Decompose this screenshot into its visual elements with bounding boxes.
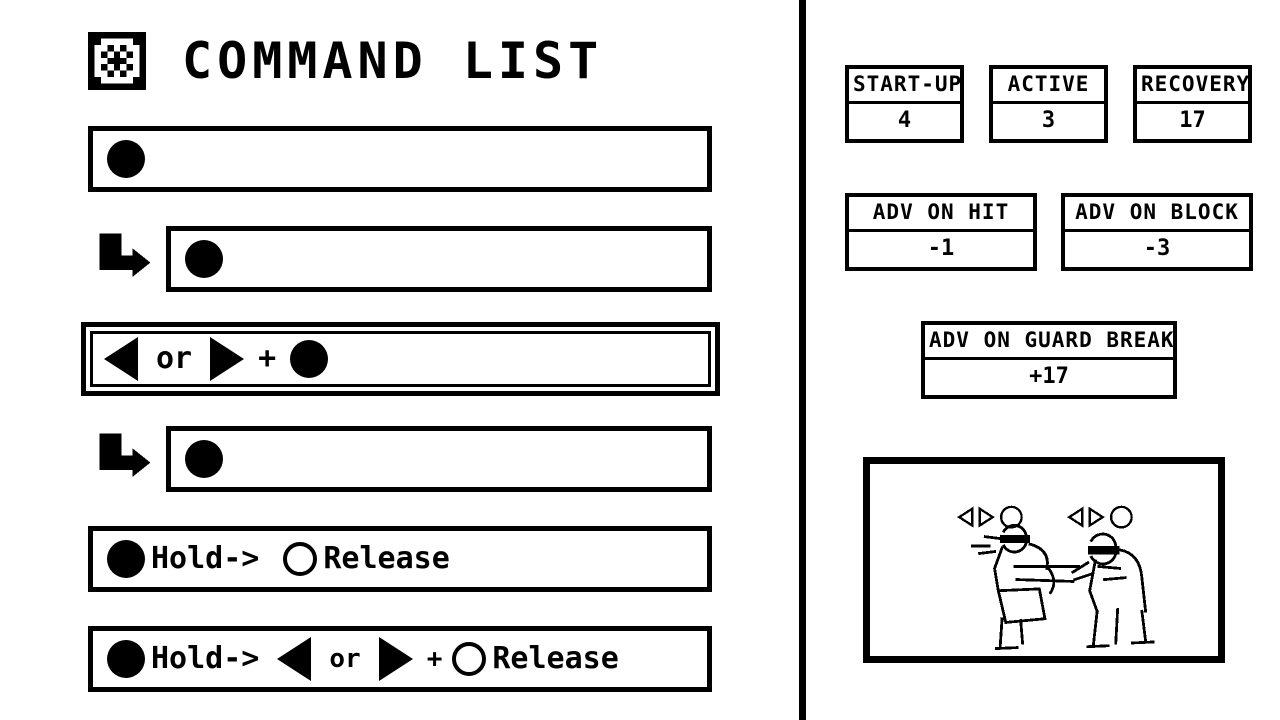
stat-adv-on-block: ADV ON BLOCK -3 bbox=[1061, 193, 1253, 271]
stat-recovery-label: RECOVERY bbox=[1137, 69, 1249, 104]
stat-startup-value: 4 bbox=[897, 108, 912, 133]
command-token-text: Hold-> bbox=[151, 641, 260, 676]
stat-active-label: ACTIVE bbox=[993, 69, 1104, 104]
command-row[interactable]: Hold-> or + Release bbox=[0, 626, 799, 692]
command-entry-3[interactable]: or + bbox=[81, 322, 720, 396]
command-token-text: or bbox=[329, 644, 361, 674]
stat-active-value: 3 bbox=[1041, 108, 1056, 133]
command-row[interactable] bbox=[0, 226, 799, 292]
command-row[interactable] bbox=[0, 426, 799, 492]
button-filled-icon bbox=[107, 640, 145, 678]
follow-up-arrow-icon bbox=[96, 430, 154, 488]
button-filled-icon bbox=[290, 340, 329, 378]
dpad-right-icon bbox=[210, 337, 245, 381]
stat-recovery-value: 17 bbox=[1179, 108, 1206, 133]
dpad-right-icon bbox=[378, 637, 413, 681]
stat-startup-label: START-UP bbox=[849, 69, 961, 104]
stat-adv-on-hit: ADV ON HIT -1 bbox=[845, 193, 1037, 271]
command-token-text: or bbox=[156, 341, 193, 376]
command-list-panel: COMMAND LIST or + Hold-> Release Hold-> … bbox=[0, 0, 799, 720]
command-token-text: Release bbox=[492, 641, 619, 676]
stat-adv-on-block-label: ADV ON BLOCK bbox=[1065, 197, 1249, 232]
command-row[interactable]: Hold-> Release bbox=[0, 526, 799, 592]
button-hollow-icon bbox=[452, 642, 487, 676]
move-preview-illustration bbox=[863, 457, 1225, 663]
frame-data-panel: START-UP 4 ACTIVE 3 RECOVERY 17 ADV ON H… bbox=[806, 0, 1280, 720]
command-entry-4[interactable] bbox=[166, 426, 712, 492]
command-row[interactable] bbox=[0, 126, 799, 192]
command-entry-6[interactable]: Hold-> or + Release bbox=[88, 626, 712, 692]
button-filled-icon bbox=[107, 540, 145, 578]
command-entry-1[interactable] bbox=[88, 126, 712, 192]
follow-up-arrow-icon bbox=[96, 230, 154, 288]
dpad-left-icon bbox=[277, 637, 312, 681]
stat-adv-on-guard-break-value: +17 bbox=[1029, 364, 1069, 389]
stat-recovery: RECOVERY 17 bbox=[1133, 65, 1252, 143]
stat-adv-on-block-value: -3 bbox=[1143, 236, 1171, 261]
command-entry-5[interactable]: Hold-> Release bbox=[88, 526, 712, 592]
panel-divider bbox=[799, 0, 806, 720]
page-title: COMMAND LIST bbox=[182, 32, 604, 90]
dpad-left-icon bbox=[104, 337, 138, 381]
button-filled-icon bbox=[107, 140, 145, 178]
button-filled-icon bbox=[185, 440, 223, 478]
command-rows: or + Hold-> Release Hold-> or + Release bbox=[0, 126, 799, 692]
stat-active: ACTIVE 3 bbox=[989, 65, 1108, 143]
stat-adv-on-hit-label: ADV ON HIT bbox=[849, 197, 1033, 232]
button-hollow-icon bbox=[283, 542, 318, 576]
stat-adv-on-hit-value: -1 bbox=[927, 236, 955, 261]
target-diamond-icon bbox=[88, 32, 146, 90]
command-token-text: + bbox=[426, 644, 443, 674]
command-row[interactable]: or + bbox=[0, 322, 799, 396]
command-token-text: Release bbox=[323, 541, 450, 576]
command-token-text: + bbox=[258, 341, 277, 376]
stat-startup: START-UP 4 bbox=[845, 65, 964, 143]
stat-adv-on-guard-break-label: ADV ON GUARD BREAK bbox=[925, 325, 1174, 360]
stat-adv-on-guard-break: ADV ON GUARD BREAK +17 bbox=[921, 321, 1177, 399]
command-entry-2[interactable] bbox=[166, 226, 712, 292]
button-filled-icon bbox=[185, 240, 223, 278]
command-token-text: Hold-> bbox=[151, 541, 260, 576]
page-header: COMMAND LIST bbox=[88, 30, 603, 92]
